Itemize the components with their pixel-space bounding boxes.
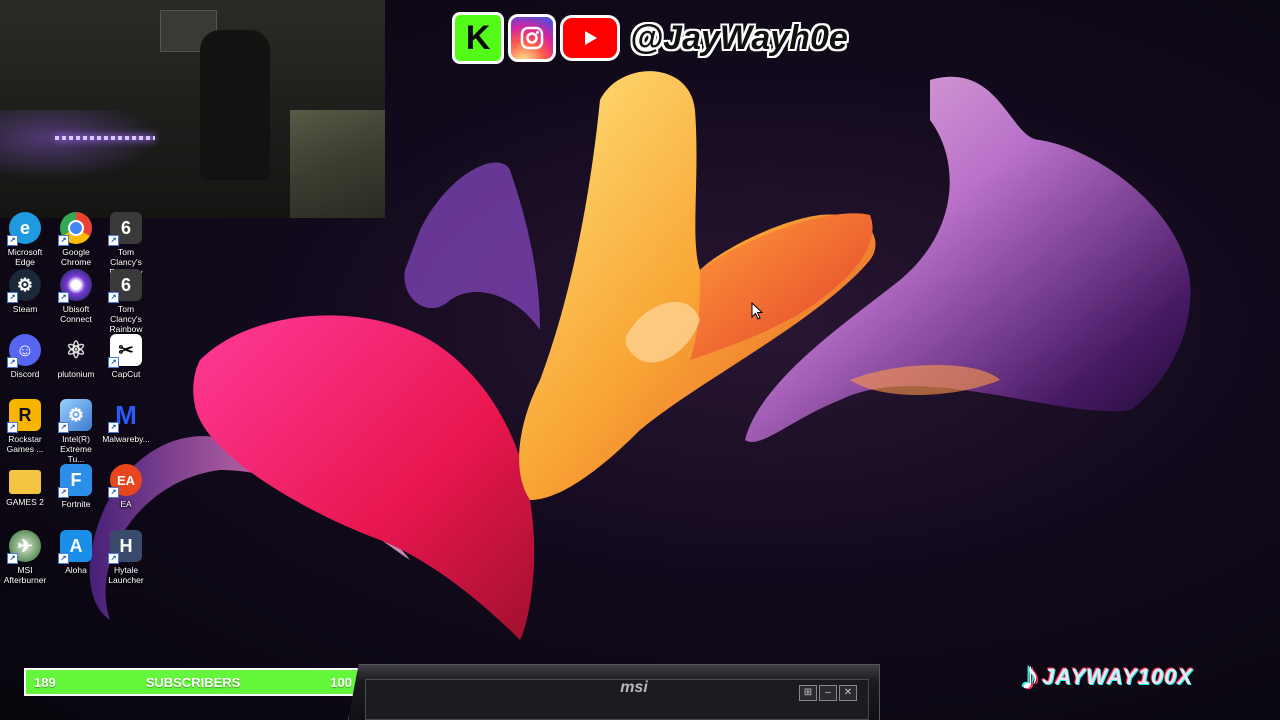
youtube-icon [560, 15, 620, 61]
desktop-icon-steam[interactable]: ⚙ ↗ Steam [0, 269, 50, 314]
desktop-icon-edge[interactable]: e ↗ Microsoft Edge [0, 212, 50, 267]
fortnite-icon: F ↗ [58, 464, 92, 498]
icon-label: plutonium [57, 369, 95, 379]
social-handle: @JayWayh0e [630, 18, 848, 57]
desktop-icon-ubisoft[interactable]: ↗ Ubisoft Connect [51, 269, 101, 324]
hytale-icon: H ↗ [108, 530, 142, 564]
desktop-icon-discord[interactable]: ☺ ↗ Discord [0, 334, 50, 379]
icon-label: Hytale Launcher [108, 565, 144, 585]
desktop-icon-games-2[interactable]: GAMES 2 [0, 464, 50, 507]
rockstar-icon: R ↗ [7, 399, 41, 433]
webcam-led-strip [55, 136, 155, 140]
rainbow-six-icon: 6 ↗ [108, 269, 142, 303]
desktop-icon-fortnite[interactable]: F ↗ Fortnite [51, 464, 101, 509]
windows-icon[interactable]: ⊞ [799, 685, 817, 701]
icon-label: Google Chrome [60, 247, 92, 267]
icon-label: Discord [10, 369, 40, 379]
desktop-icon-chrome[interactable]: ↗ Google Chrome [51, 212, 101, 267]
icon-label: MSI Afterburner [3, 565, 47, 585]
desktop-icon-rockstar[interactable]: R ↗ Rockstar Games ... [0, 399, 50, 454]
intel-xtu-icon: ⚙ ↗ [58, 399, 92, 433]
discord-icon: ☺ ↗ [7, 334, 41, 368]
chrome-icon: ↗ [58, 212, 92, 246]
desktop-icon-intel-xtu[interactable]: ⚙ ↗ Intel(R) Extreme Tu... [51, 399, 101, 464]
desktop-icon-malwarebytes[interactable]: M ↗ Malwareby... [101, 399, 151, 445]
icon-label: Steam [12, 304, 38, 314]
plutonium-icon: ⚛ [65, 336, 87, 364]
malwarebytes-icon: M ↗ [108, 399, 142, 433]
webcam-bed [290, 110, 385, 218]
subscriber-goal: 100 [330, 674, 352, 690]
ea-icon: EA ↗ [108, 464, 142, 498]
desktop-icon-capcut[interactable]: ✂ ↗ CapCut [101, 334, 151, 379]
icon-label: Malwareby... [102, 434, 150, 444]
icon-label: Rockstar Games ... [6, 434, 44, 454]
instagram-icon [508, 14, 556, 62]
webcam-chair [200, 30, 270, 180]
msi-overlay-frame: msi ⊞ – ✕ [348, 664, 880, 720]
tiktok-icon: ♪ [1020, 654, 1040, 698]
close-icon[interactable]: ✕ [839, 685, 857, 701]
edge-icon: e ↗ [7, 212, 41, 246]
ubisoft-icon: ↗ [58, 269, 92, 303]
social-banner: K @JayWayh0e [452, 12, 852, 64]
mouse-cursor-icon [751, 302, 763, 320]
window-controls: ⊞ – ✕ [799, 685, 857, 701]
rainbow-six-icon: 6 ↗ [108, 212, 142, 246]
desktop-icon-aloha[interactable]: A ↗ Aloha [51, 530, 101, 575]
desktop-icon-msi-afterburner[interactable]: ✈ ↗ MSI Afterburner [0, 530, 50, 585]
icon-label: Aloha [65, 565, 87, 575]
desktop-icon-plutonium[interactable]: ⚛ plutonium [51, 334, 101, 380]
icon-label: Fortnite [61, 499, 91, 509]
msi-afterburner-icon: ✈ ↗ [7, 530, 41, 564]
kick-icon: K [452, 12, 504, 64]
icon-label: EA [120, 499, 132, 509]
desktop-icon-ea[interactable]: EA ↗ EA [101, 464, 151, 509]
desktop-icon-rainbow-six-2[interactable]: 6↗ Tom Clancy's Rainbow Si... [101, 269, 151, 344]
msi-logo: msi [620, 679, 648, 696]
subscriber-label: SUBSCRIBERS [145, 674, 241, 690]
webcam-led-glow [0, 110, 160, 180]
icon-label: Ubisoft Connect [60, 304, 92, 324]
tiktok-watermark: ♪ JAYWAY100X [1020, 654, 1193, 699]
subscriber-goal-bar: 189 SUBSCRIBERS 100 [24, 668, 362, 696]
tiktok-name: JAYWAY100X [1042, 663, 1194, 689]
desktop-icon-hytale[interactable]: H ↗ Hytale Launcher [101, 530, 151, 585]
icon-label: GAMES 2 [6, 497, 44, 507]
aloha-icon: A ↗ [58, 530, 92, 564]
steam-icon: ⚙ ↗ [7, 269, 41, 303]
subscriber-count: 189 [34, 674, 56, 690]
minimize-icon[interactable]: – [819, 685, 837, 701]
webcam-overlay [0, 0, 385, 218]
folder-icon [9, 470, 41, 494]
capcut-icon: ✂ ↗ [108, 334, 142, 368]
icon-label: Microsoft Edge [7, 247, 43, 267]
icon-label: CapCut [111, 369, 141, 379]
icon-label: Intel(R) Extreme Tu... [60, 434, 92, 464]
